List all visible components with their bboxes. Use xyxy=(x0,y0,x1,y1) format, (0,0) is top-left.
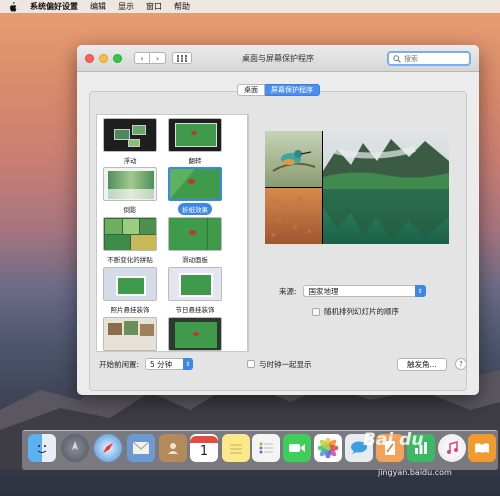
screensaver-item-photo-wall[interactable] xyxy=(102,317,158,351)
screensaver-item-vintage-prints[interactable] xyxy=(167,317,223,351)
tab-desktop[interactable]: 桌面 xyxy=(237,84,265,96)
menu-view[interactable]: 显示 xyxy=(118,1,134,12)
search-input[interactable] xyxy=(404,54,464,63)
screensaver-thumbnail xyxy=(103,317,157,351)
apple-icon[interactable] xyxy=(8,1,18,12)
preview-image xyxy=(265,131,449,244)
calendar-day: 1 xyxy=(199,443,209,459)
screensaver-label: 滑动面板 xyxy=(182,256,208,264)
screensaver-label: 折纸效果 xyxy=(178,203,212,215)
screensaver-item-shifting-tiles[interactable]: 不断变化的拼贴 xyxy=(102,217,158,265)
chevron-right-icon: › xyxy=(155,53,160,63)
chevron-left-icon: ‹ xyxy=(140,53,144,63)
screensaver-thumbnail xyxy=(103,217,157,251)
baidu-watermark-logo: Bai du xyxy=(363,430,424,450)
shuffle-label: 随机排列幻灯片的顺序 xyxy=(324,307,399,316)
help-button[interactable]: ? xyxy=(455,358,467,370)
itunes-icon[interactable] xyxy=(438,434,466,462)
source-select[interactable]: 国家地理 ⇕ xyxy=(302,285,426,297)
chevron-updown-icon: ⇕ xyxy=(183,358,194,370)
screensaver-label: 浮动 xyxy=(123,157,137,165)
close-button[interactable] xyxy=(85,53,94,63)
screensaver-thumbnail xyxy=(168,167,222,201)
screensaver-item-floating[interactable]: 浮动 xyxy=(102,118,158,166)
screensaver-thumbnail xyxy=(168,217,222,251)
shuffle-checkbox[interactable] xyxy=(312,307,320,316)
show-all-button[interactable] xyxy=(172,52,192,64)
search-field[interactable] xyxy=(387,51,471,66)
screensaver-thumbnail xyxy=(103,267,157,301)
show-clock-label: 与时钟一起显示 xyxy=(259,359,312,369)
grid-icon xyxy=(177,54,187,62)
tab-bar: 桌面 屏幕保护程序 xyxy=(237,84,320,96)
forward-button[interactable]: › xyxy=(150,52,166,64)
preferences-window: ‹ › 桌面与屏幕保护程序 桌面 屏幕保护程序 xyxy=(77,45,479,395)
screensaver-thumbnail xyxy=(103,167,157,201)
screensaver-thumbnail xyxy=(168,267,222,301)
contacts-icon[interactable] xyxy=(159,434,187,462)
hot-corners-button[interactable]: 触发角... xyxy=(397,357,447,371)
screensaver-item-origami[interactable]: 折纸效果 xyxy=(167,167,223,215)
baidu-watermark-url: jingyan.baidu.com xyxy=(378,468,452,477)
screensaver-label: 照片悬挂装饰 xyxy=(110,306,150,314)
idle-time-value: 5 分钟 xyxy=(150,359,173,369)
notes-icon[interactable] xyxy=(222,434,250,462)
screensaver-item-photo-mobile[interactable]: 照片悬挂装饰 xyxy=(102,267,158,315)
list-divider xyxy=(248,114,249,352)
calendar-icon[interactable]: 1 xyxy=(190,434,218,462)
reminders-icon[interactable] xyxy=(252,434,280,462)
screensaver-item-reflection[interactable]: 倒影 xyxy=(102,167,158,215)
source-label: 来源: xyxy=(279,286,297,296)
screensaver-list[interactable]: 浮动 翻转 倒影 折纸效果 不断变化的拼贴 滑动面板 照片悬挂装饰 节日悬挂装饰 xyxy=(96,114,248,352)
menu-bar: 系统偏好设置 编辑 显示 窗口 帮助 xyxy=(0,0,500,13)
screensaver-label: 不断变化的拼贴 xyxy=(107,256,153,264)
source-row: 来源: 国家地理 ⇕ xyxy=(279,285,426,297)
screensaver-label: 倒影 xyxy=(123,206,137,214)
screensaver-thumbnail xyxy=(168,118,222,152)
screensaver-preview[interactable] xyxy=(265,131,449,244)
screensaver-label: 翻转 xyxy=(188,157,202,165)
screensaver-item-sliding-panels[interactable]: 滑动面板 xyxy=(167,217,223,265)
minimize-button[interactable] xyxy=(99,53,108,63)
chevron-updown-icon: ⇕ xyxy=(414,285,426,297)
facetime-icon[interactable] xyxy=(283,434,311,462)
show-clock-checkbox[interactable] xyxy=(247,360,255,368)
show-clock-row[interactable]: 与时钟一起显示 xyxy=(247,359,312,370)
menu-edit[interactable]: 编辑 xyxy=(90,1,106,12)
source-value: 国家地理 xyxy=(308,286,339,296)
screensaver-thumbnail xyxy=(103,118,157,152)
photos-icon[interactable] xyxy=(314,434,342,462)
tab-screensaver[interactable]: 屏幕保护程序 xyxy=(265,84,320,96)
bottom-bar: 开始前闲置: 5 分钟 ⇕ 与时钟一起显示 触发角... ? xyxy=(99,356,469,372)
screensaver-label: 节日悬挂装饰 xyxy=(175,306,215,314)
menu-help[interactable]: 帮助 xyxy=(174,1,190,12)
screensaver-thumbnail xyxy=(168,317,222,351)
idle-time-select[interactable]: 5 分钟 ⇕ xyxy=(145,358,194,370)
menu-app-name[interactable]: 系统偏好设置 xyxy=(30,1,78,12)
launchpad-icon[interactable] xyxy=(61,434,89,462)
back-button[interactable]: ‹ xyxy=(134,52,150,64)
finder-icon[interactable] xyxy=(28,434,56,462)
ibooks-icon[interactable] xyxy=(468,434,496,462)
idle-label: 开始前闲置: xyxy=(99,359,140,369)
mail-icon[interactable] xyxy=(127,434,155,462)
menu-window[interactable]: 窗口 xyxy=(146,1,162,12)
shuffle-row[interactable]: 随机排列幻灯片的顺序 xyxy=(312,306,399,317)
zoom-button[interactable] xyxy=(113,53,122,63)
title-bar: ‹ › 桌面与屏幕保护程序 xyxy=(77,45,479,72)
search-icon xyxy=(393,54,401,63)
safari-icon[interactable] xyxy=(94,434,122,462)
screensaver-item-holiday-mobile[interactable]: 节日悬挂装饰 xyxy=(167,267,223,315)
screensaver-item-flip[interactable]: 翻转 xyxy=(167,118,223,166)
